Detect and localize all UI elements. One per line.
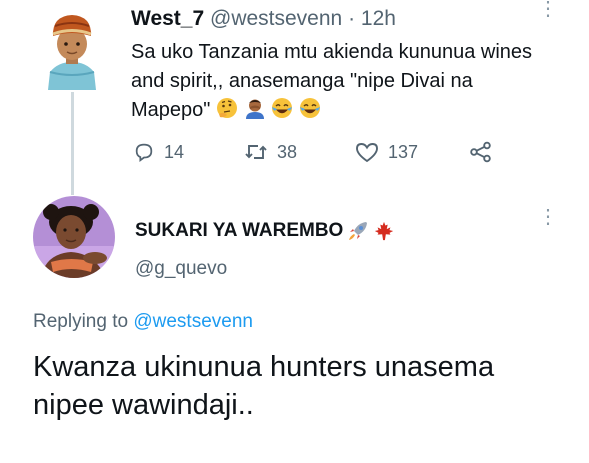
tweet-actions: 14 38 137 [133, 141, 503, 167]
reply-count: 14 [164, 141, 185, 162]
rocket-icon [349, 222, 368, 240]
tweet-author[interactable]: West_7 @westsevenn · 12h [131, 7, 396, 31]
reply-button[interactable]: 14 [133, 141, 184, 163]
tears-of-joy-emoji [272, 98, 293, 118]
tweet-body: Sa uko Tanzania mtu akienda kununua wine… [131, 41, 533, 121]
maple-leaf-icon [375, 221, 394, 241]
author-handle[interactable]: @westsevenn [210, 7, 342, 30]
retweet-count: 38 [277, 141, 298, 162]
reply-icon [135, 143, 153, 162]
reply-text: Kwanza ukinunua hunters unasema nipee wa… [33, 351, 495, 421]
share-button[interactable] [469, 141, 502, 163]
reply-author[interactable]: SUKARI YA WAREMBO [135, 219, 395, 243]
more-options-icon[interactable]: ⋮ [538, 0, 558, 19]
replying-to: Replying to @westsevenn [33, 311, 253, 333]
replying-to-mention[interactable]: @westsevenn [133, 311, 253, 332]
tweet-text: Sa uko Tanzania mtu akienda kununua wine… [131, 38, 551, 125]
retweet-icon [245, 145, 267, 159]
heart-icon [356, 143, 378, 163]
tears-of-joy-emoji [299, 98, 320, 118]
like-count: 137 [388, 141, 419, 162]
reply-author-name[interactable]: SUKARI YA WAREMBO [135, 220, 343, 242]
reply-author-handle[interactable]: @g_quevo [135, 258, 227, 280]
person-facepalming-emoji [245, 99, 264, 119]
like-button[interactable]: 137 [355, 141, 418, 163]
author-name[interactable]: West_7 [131, 7, 204, 30]
retweet-button[interactable]: 38 [244, 141, 297, 163]
avatar[interactable] [38, 8, 106, 90]
share-icon [470, 141, 491, 163]
thinking-face-emoji [216, 98, 237, 118]
avatar[interactable] [33, 196, 115, 278]
tweet-time[interactable]: · 12h [348, 7, 396, 30]
replying-prefix: Replying to [33, 311, 129, 332]
thread-line [71, 92, 74, 195]
more-options-icon[interactable]: ⋮ [538, 207, 558, 227]
